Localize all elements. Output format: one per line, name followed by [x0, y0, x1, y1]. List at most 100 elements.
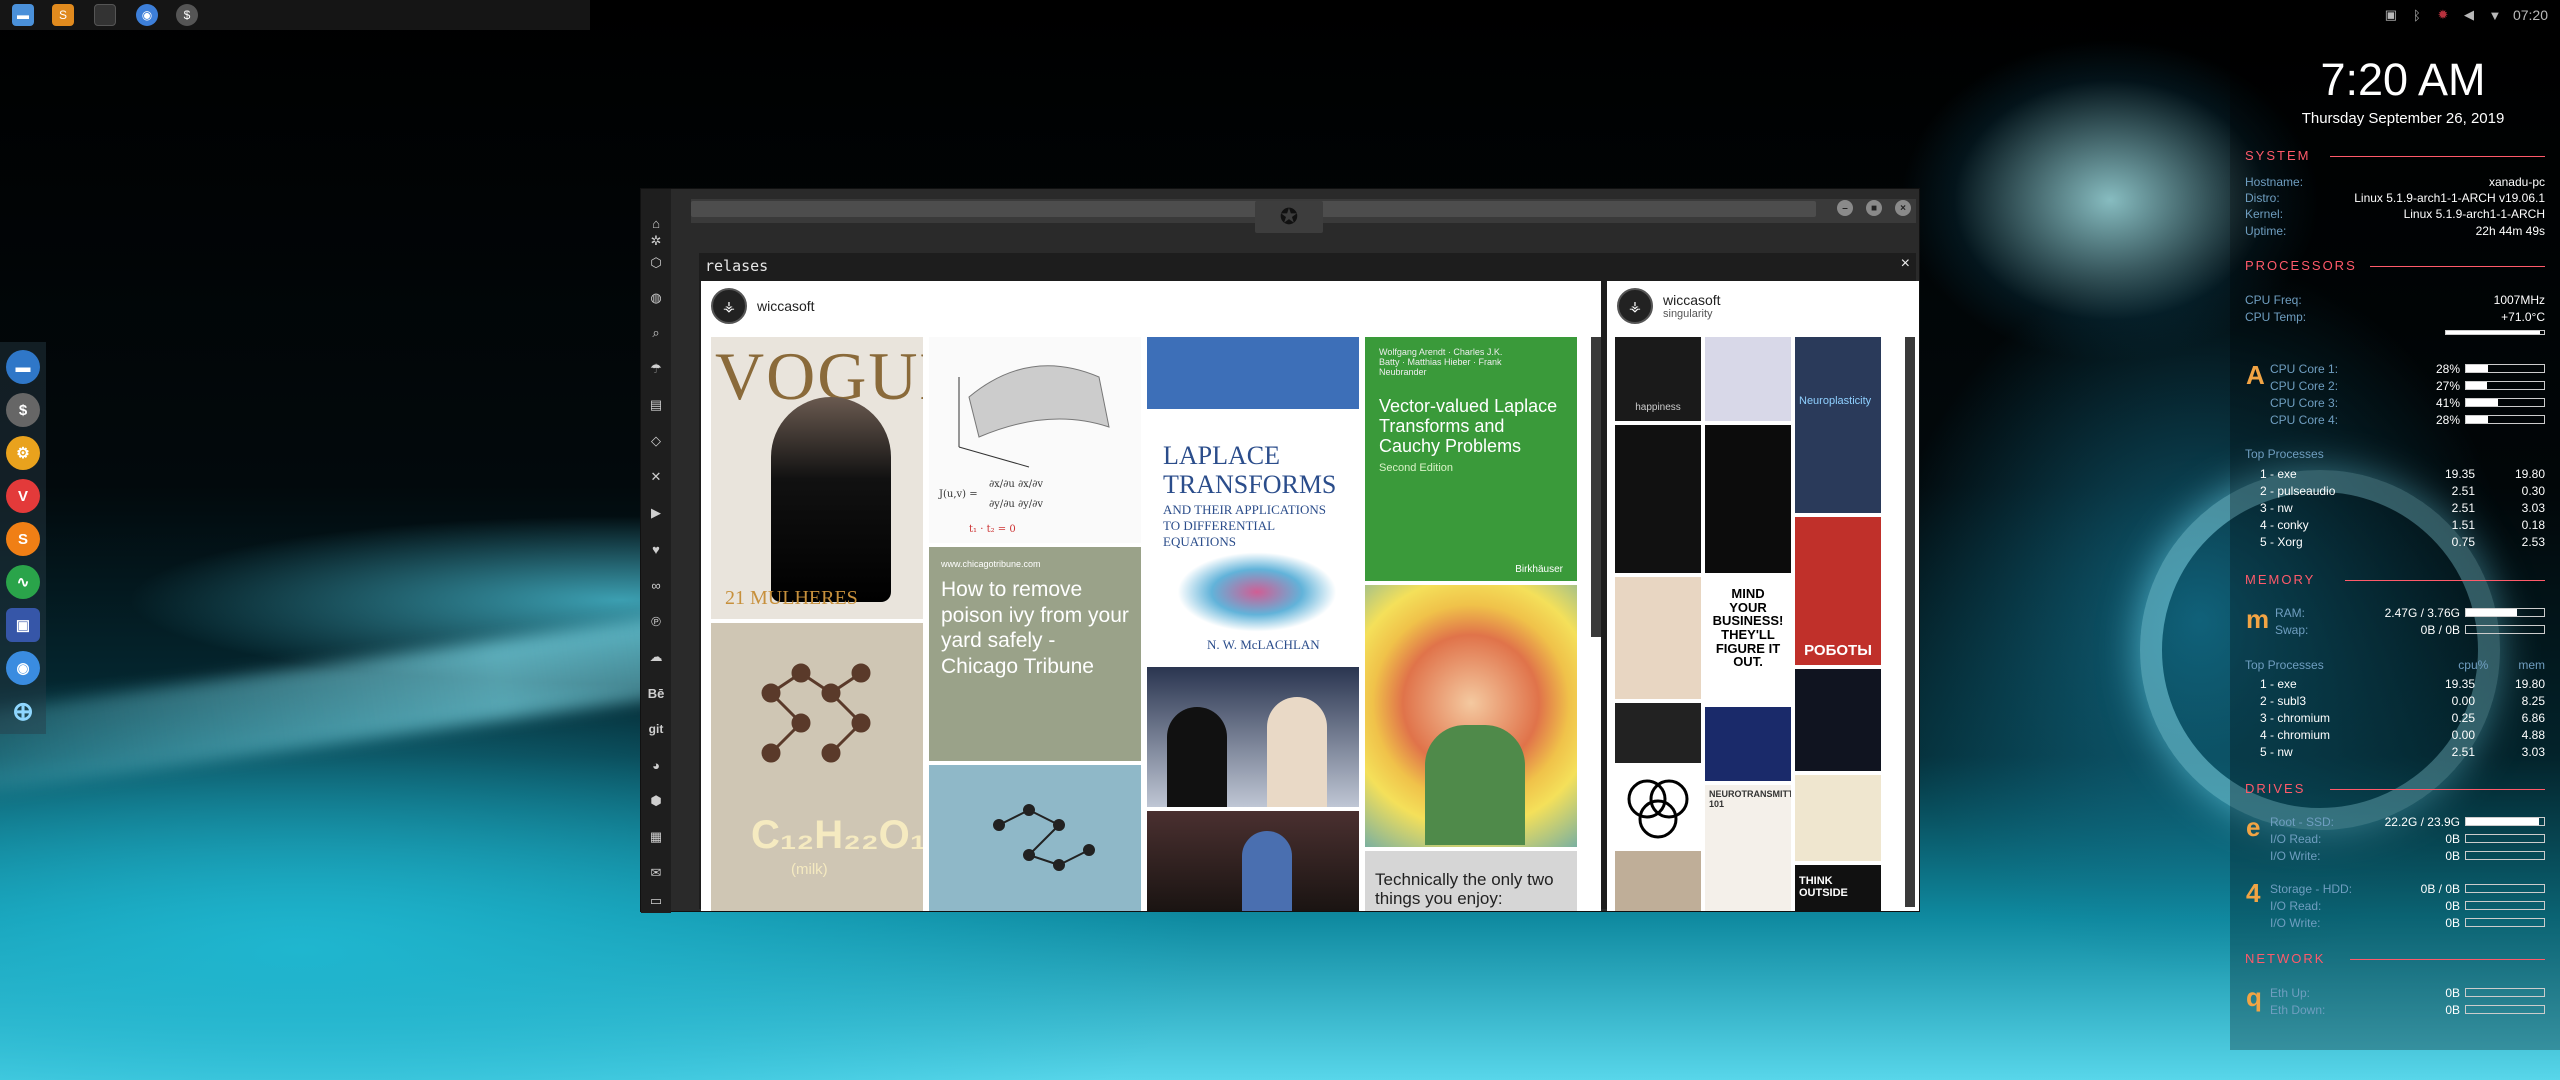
tetris-tile[interactable] [1705, 425, 1791, 573]
woman-photo-tile[interactable] [1615, 851, 1701, 911]
mem-cpu-header: cpu% [2458, 658, 2489, 672]
youtube-icon[interactable]: ▶ [646, 503, 666, 523]
portrait-tile[interactable] [1365, 585, 1577, 847]
feed-scrollbar-right[interactable] [1905, 337, 1915, 907]
vogue-small-tile[interactable] [1615, 577, 1701, 699]
color-grid-tile[interactable] [1615, 703, 1701, 763]
home-icon[interactable]: ⌂ [646, 213, 666, 233]
book2-publisher: Birkhäuser [1515, 564, 1563, 575]
cpu-temp-bar [2445, 330, 2545, 335]
dock-dollar-icon[interactable]: $ [6, 393, 40, 427]
mind-business-tile[interactable]: MIND YOUR BUSINESS! THEY'LL FIGURE IT OU… [1705, 577, 1791, 703]
dark-text-tile[interactable] [1615, 425, 1701, 573]
equation-tile[interactable] [1705, 707, 1791, 781]
avatar[interactable]: ⚶ [711, 288, 747, 324]
close-window-button[interactable]: × [1895, 200, 1911, 216]
mem-top-header: Top Processes cpu% mem [2245, 658, 2545, 672]
core1-label: CPU Core 1: [2270, 362, 2339, 376]
feed-scrollbar-left[interactable] [1591, 337, 1601, 637]
article-title: How to remove poison ivy from your yard … [941, 578, 1129, 678]
dock-files-icon[interactable]: ▬ [6, 350, 40, 384]
dollar-app-icon[interactable]: $ [176, 4, 198, 26]
pinterest-icon[interactable]: ℗ [646, 611, 666, 631]
root-write-label: I/O Write: [2270, 849, 2321, 863]
search-icon[interactable]: ⌕ [646, 323, 666, 343]
heart-icon[interactable]: ♥ [646, 539, 666, 559]
hexagon-icon[interactable]: ⬡ [646, 253, 666, 273]
laplace-book-tile[interactable]: LAPLACE TRANSFORMS AND THEIR APPLICATION… [1147, 337, 1359, 663]
neurotransmitters-tile[interactable]: NEUROTRANSMITTERS 101 [1705, 785, 1791, 911]
chromium-icon[interactable]: ◉ [136, 4, 158, 26]
venn-tile[interactable] [1615, 767, 1701, 847]
drives-section-title: DRIVES [2245, 781, 2306, 796]
neuroplasticity-tile[interactable]: Neuroplasticity [1795, 337, 1881, 513]
dock-chromium-icon[interactable]: ◉ [6, 651, 40, 685]
chess-tile[interactable] [1705, 337, 1791, 421]
hdd-glyph: 4 [2246, 878, 2261, 908]
contact-icon[interactable]: ▤ [646, 395, 666, 415]
book-artwork [1177, 552, 1337, 632]
cpu-top-row: 2 - pulseaudio 2.51 0.30 [2260, 484, 2545, 498]
distro-value: Linux 5.1.9-arch1-1-ARCH v19.06.1 [2354, 191, 2545, 205]
terminal-icon[interactable] [94, 4, 116, 26]
surface-math-tile[interactable]: J(u,v) = ∂x/∂u ∂x/∂v ∂y/∂u ∂y/∂v t₁ · t₂ = … [929, 337, 1141, 543]
vogue-subtitle: 21 MULHERES [725, 587, 858, 609]
mem-top-title: Top Processes [2245, 658, 2324, 672]
dock-vivaldi-icon[interactable]: V [6, 479, 40, 513]
feed-user-right[interactable]: wiccasoft singularity [1663, 292, 1721, 320]
memory-glyph: m [2246, 604, 2270, 634]
globe-icon[interactable]: ◍ [646, 288, 666, 308]
dock-globe-icon[interactable]: ⊕ [6, 694, 40, 728]
vector-valued-book-tile[interactable]: Wolfgang Arendt · Charles J.K. Batty · M… [1365, 337, 1577, 581]
files-icon[interactable]: ▬ [12, 4, 34, 26]
storage-bar [2465, 884, 2545, 893]
dock-screen-icon[interactable]: ▣ [6, 608, 40, 642]
dock-sublime-icon[interactable]: S [6, 522, 40, 556]
book-author: N. W. McLACHLAN [1207, 637, 1320, 652]
lastfm-icon[interactable]: ∞ [646, 575, 666, 595]
mail-icon[interactable]: ✉ [646, 863, 666, 883]
app-window: ⌂ ✲ ⬡ ◍ ⌕ ☂ ▤ ◇ ✕ ▶ ♥ ∞ ℗ ☁ Bē git ◕ ⬢ ▦… [640, 188, 1920, 913]
maximize-button[interactable]: ■ [1866, 200, 1882, 216]
newspaper-tile[interactable] [1795, 775, 1881, 861]
milk-label: (milk) [791, 861, 828, 878]
group-photo-tile[interactable] [1147, 811, 1359, 911]
github-icon[interactable]: ◕ [646, 755, 666, 775]
think-label: THINK OUTSIDE [1799, 875, 1848, 899]
feed-panel-right: ⚶ wiccasoft singularity happiness MIND YO… [1607, 281, 1919, 911]
sublime-text-icon[interactable]: S [52, 4, 74, 26]
think-outside-tile[interactable]: THINK OUTSIDE [1795, 865, 1881, 911]
dock-settings-icon[interactable]: ⚙ [6, 436, 40, 470]
panel-photo-tile[interactable] [1147, 667, 1359, 807]
earth-tile[interactable] [1795, 669, 1881, 771]
view-close-button[interactable]: × [1901, 255, 1910, 273]
cloud-icon[interactable]: ☁ [646, 647, 666, 667]
mem-mem-header: mem [2518, 658, 2545, 672]
roboty-tile[interactable]: РОБОТЫ [1795, 517, 1881, 665]
feed-user[interactable]: wiccasoft [757, 298, 815, 314]
film-icon[interactable]: ▭ [646, 891, 666, 911]
atom-icon[interactable]: ✲ [646, 231, 666, 251]
molecule-blue-tile[interactable] [929, 765, 1141, 911]
distro-row: Distro: Linux 5.1.9-arch1-1-ARCH v19.06.1 [2245, 191, 2545, 205]
neuro-label: Neuroplasticity [1799, 395, 1872, 407]
technically-quote-tile[interactable]: Technically the only two things you enjo… [1365, 851, 1577, 911]
avatar-right[interactable]: ⚶ [1617, 288, 1653, 324]
happiness-tile[interactable]: happiness [1615, 337, 1701, 421]
expand-icon[interactable]: ✕ [646, 467, 666, 487]
map-icon[interactable]: ▦ [646, 827, 666, 847]
happiness-label: happiness [1635, 402, 1681, 413]
cubes-icon[interactable]: ⬢ [646, 791, 666, 811]
milk-molecule-tile[interactable]: C₁₂H₂₂O₁₁ (milk) [711, 623, 923, 911]
code-icon[interactable]: ◇ [646, 431, 666, 451]
minimize-button[interactable]: – [1837, 200, 1853, 216]
umbrella-icon[interactable]: ☂ [646, 359, 666, 379]
poison-ivy-tile[interactable]: www.chicagotribune.com How to remove poi… [929, 547, 1141, 761]
git-icon[interactable]: git [646, 719, 666, 739]
behance-icon[interactable]: Bē [646, 683, 666, 703]
dock-monitor-icon[interactable]: ∿ [6, 565, 40, 599]
eth-up-bar [2465, 988, 2545, 997]
network-divider [2350, 959, 2545, 960]
vogue-tile[interactable]: VOGUE 21 MULHERES [711, 337, 923, 619]
conky-clock: 7:20 AM [2320, 54, 2486, 105]
